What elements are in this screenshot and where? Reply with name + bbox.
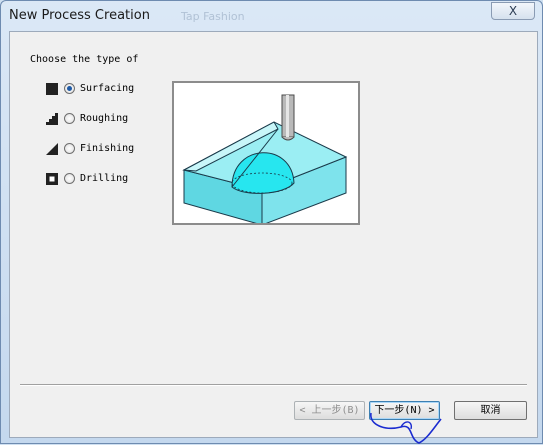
option-label: Surfacing (80, 83, 135, 94)
drill-square-icon (46, 173, 58, 185)
option-label: Finishing (80, 143, 135, 154)
background-ghost-text: Tap Fashion (181, 10, 245, 23)
close-button[interactable]: X (491, 2, 535, 20)
option-label: Roughing (80, 113, 129, 124)
filled-square-icon (46, 83, 58, 95)
process-preview (172, 81, 360, 226)
drilling-radio[interactable] (64, 173, 75, 184)
window-title: New Process Creation (9, 8, 150, 23)
title-bar[interactable]: New Process Creation Tap Fashion X (1, 1, 542, 31)
cancel-button[interactable]: 取消 (454, 401, 527, 420)
prompt-text: Choose the type of (30, 54, 139, 65)
option-finishing[interactable]: Finishing (46, 142, 186, 160)
roughing-radio[interactable] (64, 113, 75, 124)
dialog-window: New Process Creation Tap Fashion X Choos… (0, 0, 543, 444)
ink-scribble (370, 412, 442, 444)
option-surfacing[interactable]: Surfacing (46, 82, 186, 100)
finishing-radio[interactable] (64, 143, 75, 154)
back-button[interactable]: < 上一步(B) (294, 401, 365, 420)
staircase-icon (46, 113, 58, 125)
surfacing-radio[interactable] (64, 83, 75, 94)
dialog-body: Choose the type of Surfacing Roughing Fi… (9, 31, 538, 438)
option-drilling[interactable]: Drilling (46, 172, 186, 190)
option-roughing[interactable]: Roughing (46, 112, 186, 130)
slope-triangle-icon (46, 143, 58, 155)
button-separator (20, 384, 527, 386)
surfacing-illustration (182, 94, 348, 226)
option-label: Drilling (80, 173, 129, 184)
